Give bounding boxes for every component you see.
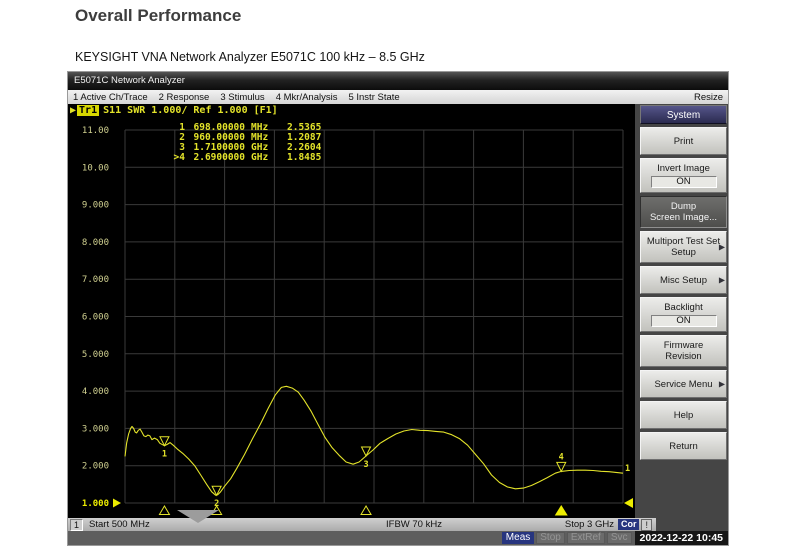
softkey-label: Backlight (642, 302, 725, 313)
page-title: Overall Performance (75, 6, 241, 26)
marker-stimulus-triangle-active-icon (555, 505, 568, 516)
meas-status-badge: Meas (502, 532, 534, 544)
softkey-label: Misc Setup (642, 275, 725, 286)
marker-unit: GHz (245, 153, 279, 163)
marker-glyph-icon (557, 462, 566, 471)
channel-status-gray: 1 Start 500 MHz IFBW 70 kHz Stop 3 GHz C… (68, 518, 656, 531)
submenu-arrow-icon: ▶ (719, 243, 725, 252)
submenu-arrow-icon: ▶ (719, 380, 725, 389)
swr-plot: 11.00 10.00 9.000 8.000 7.000 6.000 5.000 4.000… (68, 104, 635, 518)
softkey-button-invert-image[interactable]: Invert Image ON (640, 158, 727, 193)
softkey-state-box: ON (651, 315, 717, 327)
menu-bar: 1 Active Ch/Trace 2 Response 3 Stimulus 4 M… (68, 90, 728, 104)
trace-format-text: S11 SWR 1.000/ Ref 1.000 [F1] (103, 105, 278, 116)
marker-number: >4 (167, 153, 185, 163)
marker-glyph-icon (362, 447, 371, 456)
softkey-button-service-menu[interactable]: Service Menu▶ (640, 370, 727, 398)
channel-status-bar: 1 Start 500 MHz IFBW 70 kHz Stop 3 GHz C… (68, 518, 728, 531)
marker-stimulus-triangle-icon (159, 506, 169, 515)
softkey-button-misc-setup[interactable]: Misc Setup▶ (640, 266, 727, 294)
trace-label-chip: Tr1 (77, 105, 99, 116)
y-axis-tick-label: 11.00 (82, 126, 109, 136)
softkey-label: Invert Image (642, 163, 725, 174)
menu-item-1[interactable]: 1 Active Ch/Trace (73, 92, 148, 103)
marker-value: 1.8485 (279, 153, 321, 163)
softkey-button-return[interactable]: Return (640, 432, 727, 460)
stop-frequency-label: Stop 3 GHz (565, 519, 614, 530)
softkey-button-multiport-test-set-setup[interactable]: Multiport Test SetSetup▶ (640, 231, 727, 263)
screen-area: 11.00 10.00 9.000 8.000 7.000 6.000 5.000 4.000… (68, 104, 635, 518)
softkey-label: Service Menu (642, 379, 725, 390)
stop-status-badge: Stop (536, 532, 565, 544)
window-title: E5071C Network Analyzer (74, 75, 185, 86)
y-axis-tick-label: 9.000 (82, 201, 109, 211)
softkey-label: Screen Image... (642, 212, 725, 223)
softkey-label: Revision (642, 351, 725, 362)
marker-number-label: 3 (363, 460, 368, 470)
svc-status-badge: Svc (607, 532, 632, 544)
main-area: 11.00 10.00 9.000 8.000 7.000 6.000 5.000 4.000… (68, 104, 728, 518)
marker-number-label: 1 (162, 450, 167, 460)
softkey-button-print[interactable]: Print (640, 127, 727, 155)
marker-number-label: 4 (559, 452, 564, 462)
softkey-label: Multiport Test Set (642, 236, 725, 247)
channel-number-box: 1 (70, 519, 83, 531)
shadow-artifact-triangle-icon (177, 510, 219, 523)
trace-status-bar[interactable]: ▶Tr1 S11 SWR 1.000/ Ref 1.000 [F1] (70, 105, 278, 117)
softkey-button-help[interactable]: Help (640, 401, 727, 429)
menu-item-5[interactable]: 5 Instr State (348, 92, 399, 103)
ifbw-label: IFBW 70 kHz (386, 519, 442, 530)
y-axis-tick-label: 4.000 (82, 387, 109, 397)
active-trace-indicator-icon: ▶ (70, 105, 76, 116)
y-axis-tick-label: 1.000 (82, 499, 109, 509)
marker-frequency: 2.6900000 (185, 153, 245, 163)
correction-badge: Cor (618, 519, 640, 530)
softkey-button-firmware-revision[interactable]: FirmwareRevision (640, 335, 727, 367)
page-subtitle: KEYSIGHT VNA Network Analyzer E5071C 100… (75, 50, 425, 64)
channel-status-filler (656, 518, 728, 531)
softkey-label: Print (642, 136, 725, 147)
y-axis-tick-label: 7.000 (82, 275, 109, 285)
y-axis-tick-label: 5.000 (82, 350, 109, 360)
softkey-label: Return (642, 441, 725, 452)
submenu-arrow-icon: ▶ (719, 276, 725, 285)
y-axis-tick-label: 6.000 (82, 313, 109, 323)
reference-level-marker-icon (113, 499, 121, 508)
datetime-display: 2022-12-22 10:45 (635, 531, 728, 545)
softkey-label: Firmware (642, 340, 725, 351)
softkey-button-backlight[interactable]: Backlight ON (640, 297, 727, 332)
menu-item-3[interactable]: 3 Stimulus (220, 92, 264, 103)
menu-item-resize[interactable]: Resize (694, 92, 723, 103)
marker-number-label: 2 (214, 499, 219, 509)
y-axis-tick-label: 2.000 (82, 462, 109, 472)
marker-table-row: >42.6900000GHz1.8485 (167, 153, 321, 163)
softkey-label: Setup (642, 247, 725, 258)
softkey-label: Help (642, 410, 725, 421)
menu-item-4[interactable]: 4 Mkr/Analysis (276, 92, 338, 103)
menu-item-2[interactable]: 2 Response (159, 92, 210, 103)
y-axis-tick-label: 3.000 (82, 424, 109, 434)
sweep-cursor-icon (624, 498, 633, 508)
window-titlebar[interactable]: E5071C Network Analyzer (68, 72, 728, 90)
softkey-label: Dump (642, 201, 725, 212)
softkey-header-system: System (640, 105, 727, 124)
softkey-panel: System Print Invert Image ON DumpScreen Imag… (635, 104, 728, 518)
marker-stimulus-triangle-icon (361, 506, 371, 515)
marker-table: 1698.00000MHz2.53652960.00000MHz1.208731… (167, 123, 321, 163)
softkey-button-dump-screen-image[interactable]: DumpScreen Image... (640, 196, 727, 228)
trace-end-label: 1 (625, 464, 630, 474)
alert-badge: ! (641, 519, 652, 531)
vna-window: E5071C Network Analyzer 1 Active Ch/Trac… (68, 72, 728, 545)
instrument-status-bar: Meas Stop ExtRef Svc 2022-12-22 10:45 (68, 531, 728, 545)
softkey-state-box: ON (651, 176, 717, 188)
y-axis-tick-label: 8.000 (82, 238, 109, 248)
start-frequency-label: Start 500 MHz (89, 519, 150, 530)
extref-status-badge: ExtRef (567, 532, 605, 544)
y-axis-tick-label: 10.00 (82, 163, 109, 173)
